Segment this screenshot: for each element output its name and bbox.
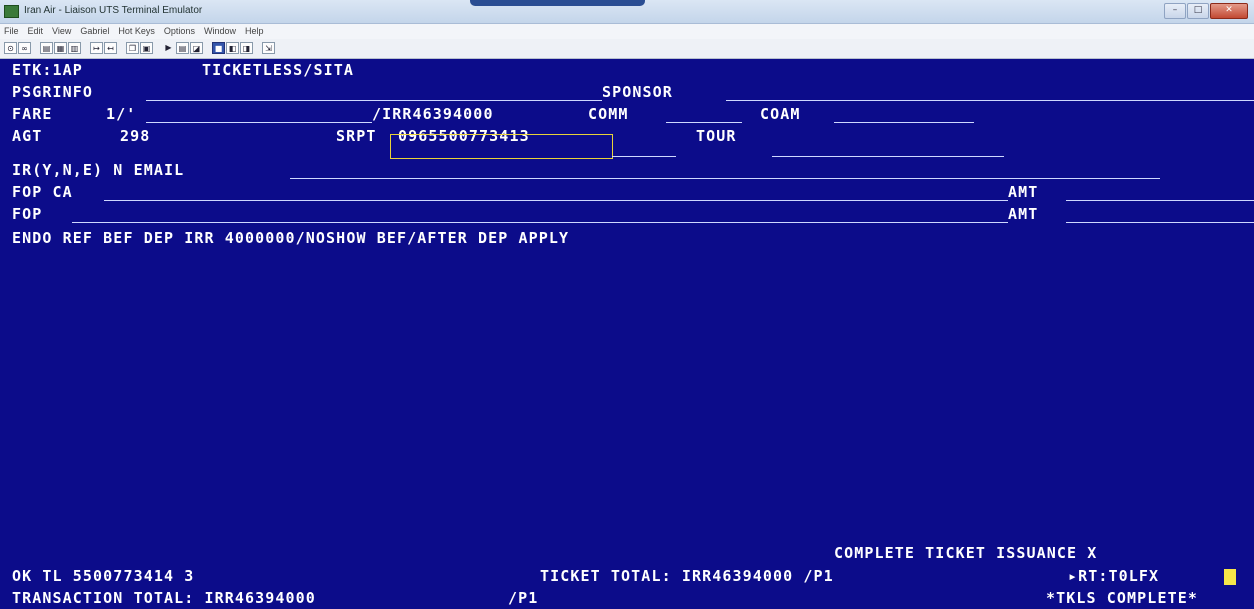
receive-icon[interactable]: ↤	[104, 42, 117, 54]
srpt-label: SRPT	[336, 127, 377, 145]
toolbar: ⊙ ∞ ▤ ▦ ▥ ↦ ↤ ❐ ▣ ▶ ▤ ◪ ■ ◧ ◨ ⇲	[0, 39, 1254, 59]
menu-help[interactable]: Help	[245, 24, 264, 39]
fop-1-field[interactable]	[104, 200, 1008, 201]
rt-command: ▸RT:T0LFX	[1068, 567, 1160, 585]
coam-field[interactable]	[834, 122, 974, 123]
srpt-field[interactable]	[612, 156, 676, 157]
window-icon[interactable]: ■	[212, 42, 225, 54]
transaction-total: TRANSACTION TOTAL: IRR46394000	[12, 589, 316, 607]
connect-icon[interactable]: ⊙	[4, 42, 17, 54]
titlebar-glow	[470, 0, 645, 6]
paste-icon[interactable]: ▣	[140, 42, 153, 54]
tkls-complete: *TKLS COMPLETE*	[1046, 589, 1198, 607]
menu-file[interactable]: File	[4, 24, 19, 39]
print-icon[interactable]: ▤	[176, 42, 189, 54]
coam-label: COAM	[760, 105, 801, 123]
close-button[interactable]: ✕	[1210, 3, 1248, 19]
fop-1-label: FOP CA	[12, 183, 73, 201]
split-left-icon[interactable]: ◧	[226, 42, 239, 54]
endo-line: ENDO REF BEF DEP IRR 4000000/NOSHOW BEF/…	[12, 229, 570, 247]
srpt-highlight-box	[390, 134, 613, 159]
window-controls: – □ ✕	[1164, 3, 1248, 19]
terminal-screen[interactable]: ETK:1AP TICKETLESS/SITA PSGRINFO SPONSOR…	[0, 59, 1254, 609]
minimize-button[interactable]: –	[1164, 3, 1186, 19]
amt-1-label: AMT	[1008, 183, 1039, 201]
app-icon	[4, 5, 19, 18]
agt-label: AGT	[12, 127, 43, 145]
fare-value: 1/'	[106, 105, 137, 123]
sponsor-label: SPONSOR	[602, 83, 673, 101]
print-setup-icon[interactable]: ▥	[68, 42, 81, 54]
exit-icon[interactable]: ⇲	[262, 42, 275, 54]
menu-bar: File Edit View Gabriel Hot Keys Options …	[0, 24, 1254, 39]
amt-1-field[interactable]	[1066, 200, 1254, 201]
tour-label: TOUR	[696, 127, 737, 145]
email-field[interactable]	[290, 178, 1160, 179]
fare-amount: /IRR46394000	[372, 105, 494, 123]
copy-icon[interactable]: ❐	[126, 42, 139, 54]
print-icon[interactable]: ▤	[40, 42, 53, 54]
agt-value: 298	[120, 127, 151, 145]
menu-options[interactable]: Options	[164, 24, 195, 39]
comm-label: COMM	[588, 105, 629, 123]
tour-field[interactable]	[772, 156, 1004, 157]
window-titlebar: Iran Air - Liaison UTS Terminal Emulator…	[0, 0, 1254, 24]
send-icon[interactable]: ↦	[90, 42, 103, 54]
ticket-total: TICKET TOTAL: IRR46394000 /P1	[540, 567, 834, 585]
amt-2-label: AMT	[1008, 205, 1039, 223]
play-icon[interactable]: ▶	[162, 42, 175, 54]
window-title: Iran Air - Liaison UTS Terminal Emulator	[24, 5, 203, 16]
amt-2-field[interactable]	[1066, 222, 1254, 223]
complete-ticket-issuance: COMPLETE TICKET ISSUANCE X	[834, 544, 1098, 562]
ok-tl-line: OK TL 5500773414 3	[12, 567, 195, 585]
fare-label: FARE	[12, 105, 53, 123]
maximize-button[interactable]: □	[1187, 3, 1209, 19]
ir-email-label: IR(Y,N,E) N EMAIL	[12, 161, 185, 179]
psginfo-field[interactable]	[146, 100, 602, 101]
fop-2-label: FOP	[12, 205, 43, 223]
print-screen-icon[interactable]: ▦	[54, 42, 67, 54]
etk-label: ETK:1AP	[12, 61, 83, 79]
fop-2-field[interactable]	[72, 222, 1008, 223]
ticketless-label: TICKETLESS/SITA	[202, 61, 354, 79]
menu-gabriel[interactable]: Gabriel	[80, 24, 109, 39]
transaction-pax: /P1	[508, 589, 539, 607]
capture-icon[interactable]: ◪	[190, 42, 203, 54]
split-right-icon[interactable]: ◨	[240, 42, 253, 54]
menu-edit[interactable]: Edit	[28, 24, 44, 39]
comm-field[interactable]	[666, 122, 742, 123]
menu-view[interactable]: View	[52, 24, 71, 39]
sponsor-field[interactable]	[726, 100, 1254, 101]
fare-field[interactable]	[146, 122, 372, 123]
psginfo-label: PSGRINFO	[12, 83, 94, 101]
terminal-cursor	[1224, 569, 1236, 585]
menu-window[interactable]: Window	[204, 24, 236, 39]
menu-hot-keys[interactable]: Hot Keys	[118, 24, 155, 39]
disconnect-icon[interactable]: ∞	[18, 42, 31, 54]
